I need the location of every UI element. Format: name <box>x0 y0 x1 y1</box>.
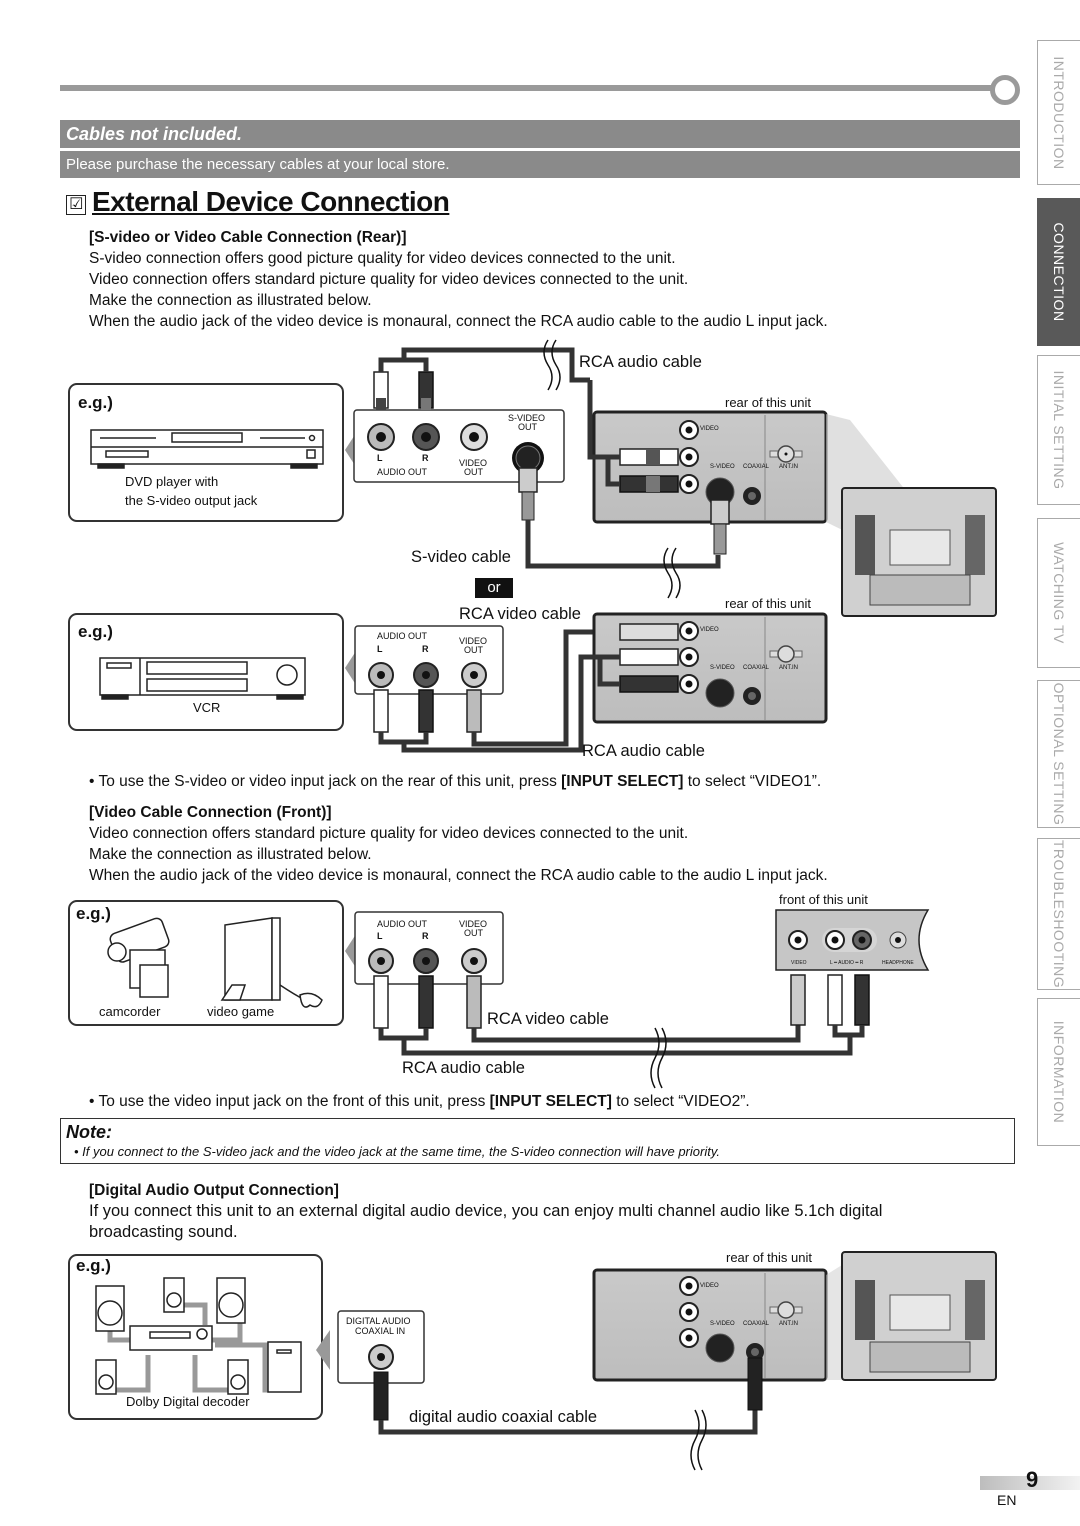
page-number: 9 <box>1026 1467 1039 1492</box>
unit-jack-label: VIDEO <box>700 426 719 432</box>
rear-of-unit-label: rear of this unit <box>725 596 811 611</box>
rca-jack-icon <box>460 423 488 451</box>
jack-label: AUDIO OUT <box>377 467 428 477</box>
unit-jack-label: COAXIAL <box>743 1321 770 1327</box>
dvd-caption-1: DVD player with <box>125 474 219 489</box>
svideo-cable <box>525 520 721 569</box>
note-text: • If you connect to the S-video jack and… <box>74 1144 720 1159</box>
section-front-line: When the audio jack of the video device … <box>89 867 828 884</box>
dvd-caption-2: the S-video output jack <box>125 493 258 508</box>
jack-label: AUDIO OUT <box>377 919 428 929</box>
tv-rear-icon-2 <box>841 1251 997 1381</box>
unit-coaxial-jack-1 <box>743 487 761 505</box>
section-digital-line: If you connect this unit to an external … <box>89 1202 883 1220</box>
section-digital-heading: [Digital Audio Output Connection] <box>89 1182 339 1199</box>
unit-jack-label: VIDEO <box>700 627 719 633</box>
section-front-line: Make the connection as illustrated below… <box>89 846 372 863</box>
unit-jack-label: VIDEO <box>700 1283 719 1289</box>
front-jack-label: VIDEO <box>791 960 807 966</box>
svideo-plug <box>518 467 538 521</box>
unit-jack-label: S-VIDEO <box>710 665 735 671</box>
digital-jack-label-1: DIGITAL AUDIO <box>346 1316 411 1326</box>
dvd-player-icon <box>90 429 324 469</box>
section-front-line: Video connection offers standard picture… <box>89 825 689 842</box>
rca-plug-white <box>373 371 389 410</box>
page-language: EN <box>997 1492 1017 1508</box>
decoder-caption: Dolby Digital decoder <box>126 1394 250 1409</box>
front-of-unit-label: front of this unit <box>779 892 868 907</box>
rca-jack-icon <box>412 423 440 451</box>
unit-jack-label: S-VIDEO <box>710 464 735 470</box>
jack-label: L <box>377 644 383 654</box>
jack-label: OUT <box>518 422 537 432</box>
rca-plug-black-unit <box>619 475 679 493</box>
tv-rear-icon-1 <box>841 487 997 617</box>
section-digital-text: [Digital Audio Output Connection] If you… <box>89 1180 882 1243</box>
rear-of-unit-label: rear of this unit <box>725 395 811 410</box>
note-title: Note: <box>66 1122 112 1142</box>
connection-diagrams <box>68 339 997 1471</box>
front-jack-label: HEADPHONE <box>882 960 914 966</box>
rca-plug-black <box>418 371 434 410</box>
jack-label: R <box>422 644 429 654</box>
digital-cable-label: digital audio coaxial cable <box>409 1408 598 1426</box>
unit-jack-label: ANT.IN <box>779 1321 799 1327</box>
video-game-caption: video game <box>207 1004 275 1019</box>
unit-jack-label: ANT.IN <box>779 665 799 671</box>
rca-jack-icon <box>367 423 395 451</box>
tip-input-select-front: • To use the video input jack on the fro… <box>89 1093 750 1110</box>
rear-of-unit-label: rear of this unit <box>726 1250 812 1265</box>
jack-label: L <box>377 453 383 463</box>
eg-label: e.g.) <box>78 622 113 641</box>
rca-audio-cable-top <box>378 347 590 383</box>
unit-jack-label: COAXIAL <box>743 665 770 671</box>
unit-jack-label: COAXIAL <box>743 464 770 470</box>
rca-audio-cable-label: RCA audio cable <box>402 1059 525 1077</box>
section-digital-line: broadcasting sound. <box>89 1223 238 1241</box>
jack-label: L <box>377 931 383 941</box>
jack-label: OUT <box>464 645 483 655</box>
tip-input-select-rear: • To use the S-video or video input jack… <box>89 773 822 790</box>
eg-label: e.g.) <box>76 1256 111 1275</box>
unit-l-jack-1 <box>679 447 699 467</box>
rca-audio-cable-label: RCA audio cable <box>579 353 702 371</box>
jack-label: OUT <box>464 928 483 938</box>
or-badge: or <box>475 578 513 598</box>
rca-video-cable-label: RCA video cable <box>459 605 581 623</box>
camcorder-caption: camcorder <box>99 1004 161 1019</box>
vcr-icon <box>99 657 306 700</box>
eg-label: e.g.) <box>76 904 111 923</box>
unit-jack-label: S-VIDEO <box>710 1321 735 1327</box>
unit-r-jack-1 <box>679 474 699 494</box>
input-select-button-label: [INPUT SELECT] <box>489 1093 612 1110</box>
section-front-text: [Video Cable Connection (Front)] Video c… <box>89 802 828 886</box>
unit-jack-label: ANT.IN <box>779 464 799 470</box>
input-select-button-label: [INPUT SELECT] <box>561 773 684 790</box>
digital-jack-label-2: COAXIAL IN <box>355 1326 406 1336</box>
eg-label: e.g.) <box>78 393 113 412</box>
jack-label: AUDIO OUT <box>377 631 428 641</box>
jack-label: OUT <box>464 467 483 477</box>
rca-plug-white-unit <box>619 448 679 466</box>
svideo-cable-label: S-video cable <box>411 548 511 566</box>
rca-video-cable-label: RCA video cable <box>487 1010 609 1028</box>
unit-video-jack-1 <box>679 420 699 440</box>
rca-audio-cable-label: RCA audio cable <box>582 742 705 760</box>
jack-label: R <box>422 931 429 941</box>
section-front-heading: [Video Cable Connection (Front)] <box>89 804 332 821</box>
vcr-caption: VCR <box>193 700 221 715</box>
svideo-plug-unit <box>710 499 730 555</box>
front-jack-label: L ━ AUDIO ━ R <box>830 960 864 966</box>
jack-label: R <box>422 453 429 463</box>
